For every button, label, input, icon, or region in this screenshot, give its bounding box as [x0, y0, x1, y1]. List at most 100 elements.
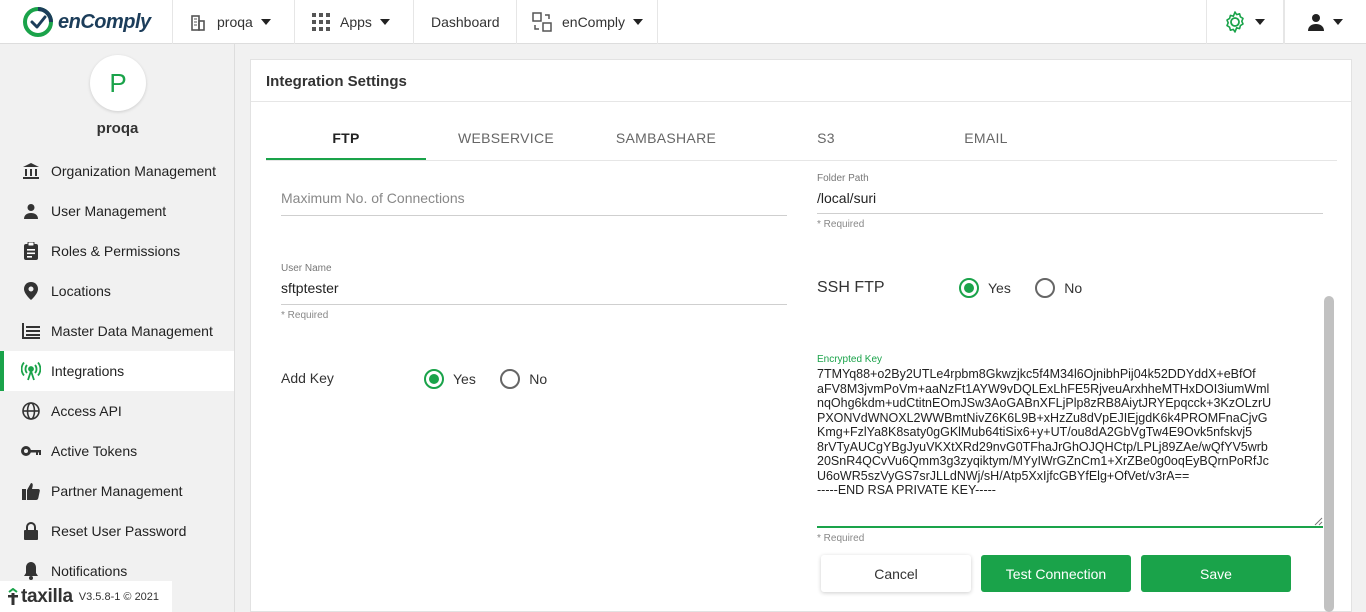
sidebar-item-roles-permissions[interactable]: Roles & Permissions — [0, 231, 234, 271]
tabs-divider — [266, 160, 1337, 161]
add-key-label: Add Key — [281, 370, 334, 386]
sidebar-item-label: Reset User Password — [51, 523, 187, 539]
dashboard-link[interactable]: Dashboard — [413, 0, 516, 44]
key-icon — [21, 441, 41, 461]
save-button[interactable]: Save — [1141, 555, 1291, 592]
sidebar-item-master-data-management[interactable]: Master Data Management — [0, 311, 234, 351]
ssh-ftp-no-radio[interactable]: No — [1035, 278, 1082, 298]
map-pin-icon — [21, 281, 41, 301]
apps-menu[interactable]: Apps — [294, 0, 413, 44]
test-connection-button[interactable]: Test Connection — [981, 555, 1131, 592]
sidebar-item-label: Organization Management — [51, 163, 216, 179]
tab-ftp[interactable]: FTP — [266, 122, 426, 160]
tab-s3[interactable]: S3 — [746, 122, 906, 160]
sidebar-item-active-tokens[interactable]: Active Tokens — [0, 431, 234, 471]
sidebar-item-access-api[interactable]: Access API — [0, 391, 234, 431]
apps-menu-label: Apps — [340, 14, 372, 30]
sidebar-item-label: Locations — [51, 283, 111, 299]
org-avatar: P — [90, 55, 146, 111]
ssh-ftp-radio-group: Yes No — [959, 278, 1082, 303]
thumbs-up-icon — [21, 481, 41, 501]
chevron-down-icon — [1333, 19, 1343, 25]
brand-name: enComply — [58, 10, 151, 33]
encomply-logo-icon — [22, 6, 54, 38]
add-key-no-label: No — [529, 371, 548, 387]
sidebar-item-label: Master Data Management — [51, 323, 213, 339]
tab-email[interactable]: EMAIL — [906, 122, 1066, 160]
user-name-underline — [281, 304, 787, 305]
settings-menu[interactable] — [1206, 0, 1284, 44]
bell-icon — [21, 561, 41, 581]
max-connections-placeholder: Maximum No. of Connections — [281, 190, 465, 206]
sidebar-item-label: Notifications — [51, 563, 128, 579]
tab-webservice[interactable]: WEBSERVICE — [426, 122, 586, 160]
encrypted-key-textarea[interactable]: 7TMYq88+o2By2UTLe4rpbm8Gkwzjkc5f4M34l6Oj… — [817, 367, 1323, 527]
folder-path-hint: * Required — [817, 219, 865, 230]
add-key-radio-group: Yes No — [424, 369, 547, 394]
building-icon — [189, 13, 207, 31]
grid-icon — [312, 13, 330, 31]
org-switcher-label: proqa — [217, 14, 253, 30]
max-connections-underline — [281, 215, 787, 216]
footer-brand: taxilla V3.5.8-1 © 2021 — [0, 581, 172, 612]
sidebar-item-user-management[interactable]: User Management — [0, 191, 234, 231]
data-icon — [21, 321, 41, 341]
sidebar-item-partner-management[interactable]: Partner Management — [0, 471, 234, 511]
vertical-scrollbar[interactable] — [1324, 296, 1334, 612]
encrypted-key-hint: * Required — [817, 533, 865, 544]
clipboard-icon — [21, 241, 41, 261]
app-version: V3.5.8-1 © 2021 — [78, 590, 160, 603]
add-key-yes-label: Yes — [453, 371, 476, 387]
sidebar-item-organization-management[interactable]: Organization Management — [0, 151, 234, 191]
add-key-yes-radio[interactable]: Yes — [424, 369, 476, 389]
sidebar-item-label: Integrations — [51, 363, 125, 379]
switch-app-icon — [532, 12, 552, 32]
broadcast-icon — [21, 361, 41, 381]
radio-selected-icon — [959, 278, 979, 298]
chevron-down-icon — [379, 19, 390, 25]
product-switcher[interactable]: enComply — [516, 0, 658, 44]
ssh-ftp-label: SSH FTP — [817, 279, 885, 296]
user-name-label: User Name — [281, 263, 332, 274]
user-name-hint: * Required — [281, 310, 329, 321]
tab-sambashare[interactable]: SAMBASHARE — [586, 122, 746, 160]
radio-selected-icon — [424, 369, 444, 389]
footer-brand-name: taxilla — [21, 585, 73, 607]
sidebar-item-label: Access API — [51, 403, 122, 419]
top-navbar: enComply proqa Apps Dashboard enComply — [0, 0, 1366, 44]
lock-icon — [21, 521, 41, 541]
max-connections-field[interactable]: Maximum No. of Connections — [281, 190, 787, 216]
user-icon — [1307, 13, 1325, 31]
encrypted-key-underline — [817, 526, 1323, 528]
radio-unselected-icon — [500, 369, 521, 389]
user-icon — [21, 201, 41, 221]
resize-handle-icon[interactable] — [1313, 513, 1323, 526]
radio-unselected-icon — [1035, 278, 1056, 298]
cancel-button[interactable]: Cancel — [821, 555, 971, 592]
integration-settings-card: Integration Settings FTP WEBSERVICE SAMB… — [250, 59, 1352, 612]
ssh-ftp-yes-radio[interactable]: Yes — [959, 278, 1011, 298]
brand-logo[interactable]: enComply — [22, 6, 151, 38]
sidebar-item-integrations[interactable]: Integrations — [0, 351, 234, 391]
user-name-field[interactable]: User Name sftptester * Required — [281, 263, 787, 321]
gear-icon — [1223, 10, 1247, 34]
sidebar-item-label: User Management — [51, 203, 167, 219]
chevron-down-icon — [260, 19, 271, 25]
user-menu[interactable] — [1284, 0, 1366, 44]
chevron-down-icon — [633, 19, 644, 25]
folder-path-field[interactable]: Folder Path /local/suri * Required — [817, 173, 1323, 230]
sidebar-item-reset-user-password[interactable]: Reset User Password — [0, 511, 234, 551]
folder-path-value: /local/suri — [817, 190, 877, 206]
sidebar-item-label: Active Tokens — [51, 443, 138, 459]
bank-icon — [21, 161, 41, 181]
sidebar-item-locations[interactable]: Locations — [0, 271, 234, 311]
sidebar: P proqa Organization Management User Man… — [0, 44, 235, 612]
encrypted-key-label: Encrypted Key — [817, 354, 883, 365]
page-title: Integration Settings — [251, 60, 1351, 102]
org-switcher[interactable]: proqa — [172, 0, 294, 44]
folder-path-underline — [817, 213, 1323, 214]
add-key-no-radio[interactable]: No — [500, 369, 547, 389]
ssh-ftp-no-label: No — [1064, 280, 1083, 296]
sidebar-item-label: Roles & Permissions — [51, 243, 181, 259]
sidebar-item-label: Partner Management — [51, 483, 183, 499]
